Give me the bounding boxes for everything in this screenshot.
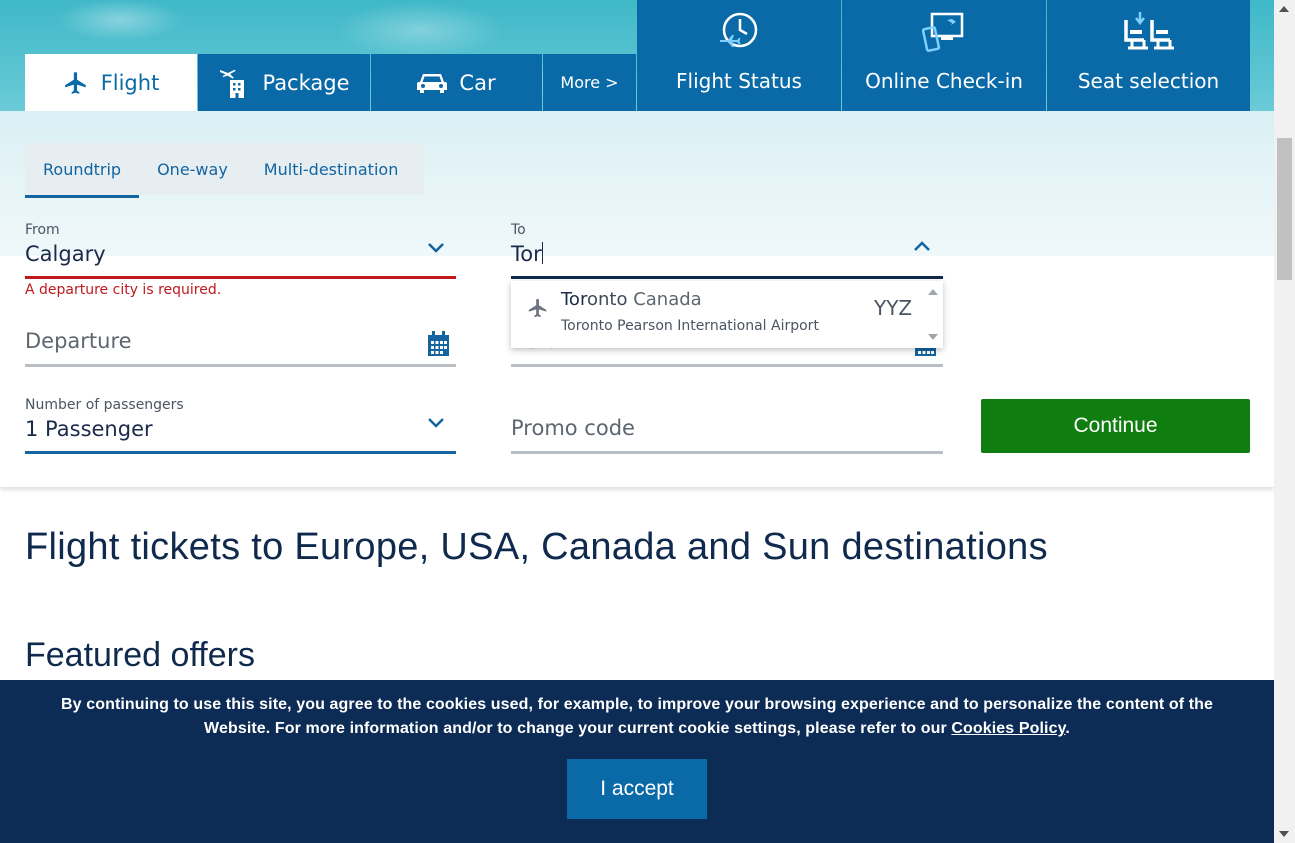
from-underline xyxy=(25,276,456,279)
cookie-text-end: . xyxy=(1065,720,1070,737)
online-checkin-link[interactable]: Online Check-in xyxy=(842,0,1046,111)
departure-underline xyxy=(25,364,456,367)
tab-more[interactable]: More > xyxy=(543,54,636,111)
promo-code-input[interactable]: Promo code xyxy=(511,416,635,440)
suggestion-item[interactable]: Toronto Canada Toronto Pearson Internati… xyxy=(511,281,922,348)
plane-hotel-icon xyxy=(218,66,250,100)
tab-flight[interactable]: Flight xyxy=(25,54,197,111)
departure-input[interactable]: Departure xyxy=(25,329,132,353)
promo-underline xyxy=(511,451,943,454)
chevron-up-icon[interactable] xyxy=(913,240,931,252)
trip-type-multi-destination[interactable]: Multi-destination xyxy=(246,143,417,195)
plane-icon xyxy=(63,70,89,96)
from-label: From xyxy=(25,222,60,238)
car-icon xyxy=(417,71,448,95)
flight-status-label: Flight Status xyxy=(676,69,802,93)
passengers-underline xyxy=(25,451,456,454)
from-error-message: A departure city is required. xyxy=(25,282,222,298)
text-cursor xyxy=(541,242,543,264)
scroll-up-arrow-icon[interactable] xyxy=(928,289,938,295)
trip-type-one-way[interactable]: One-way xyxy=(139,143,246,195)
online-checkin-label: Online Check-in xyxy=(865,69,1023,93)
calendar-icon[interactable] xyxy=(427,331,450,357)
cookies-policy-link[interactable]: Cookies Policy xyxy=(951,720,1065,737)
chevron-down-icon[interactable] xyxy=(427,242,445,254)
featured-offers-heading: Featured offers xyxy=(25,636,255,674)
to-label: To xyxy=(511,222,526,238)
tab-flight-label: Flight xyxy=(100,70,160,95)
trip-type-selector: Roundtrip One-way Multi-destination xyxy=(25,143,424,198)
boarding-pass-icon xyxy=(922,10,966,52)
scroll-down-arrow-icon[interactable] xyxy=(1279,831,1289,837)
clock-plane-icon xyxy=(718,10,760,52)
cookie-message: By continuing to use this site, you agre… xyxy=(40,693,1234,741)
suggestion-city-rest: onto xyxy=(586,289,628,310)
flight-status-link[interactable]: Flight Status xyxy=(637,0,841,111)
suggestion-city-match: Tor xyxy=(561,289,587,310)
seats-icon xyxy=(1120,10,1178,52)
suggestion-country: Canada xyxy=(633,289,702,310)
accept-cookies-button[interactable]: I accept xyxy=(567,759,707,819)
suggestion-city: Toronto Canada xyxy=(561,289,702,310)
page-title: Flight tickets to Europe, USA, Canada an… xyxy=(25,526,1048,568)
tab-car-label: Car xyxy=(459,70,496,95)
seat-selection-link[interactable]: Seat selection xyxy=(1047,0,1250,111)
scrollbar-thumb[interactable] xyxy=(1277,138,1292,280)
passengers-select[interactable]: 1 Passenger xyxy=(25,417,153,441)
tab-package[interactable]: Package xyxy=(198,54,370,111)
passengers-label: Number of passengers xyxy=(25,397,184,413)
suggestion-airport: Toronto Pearson International Airport xyxy=(561,318,819,334)
suggestions-scrollbar[interactable] xyxy=(922,281,943,348)
page-scrollbar[interactable] xyxy=(1274,0,1295,843)
plane-icon xyxy=(528,298,547,318)
seat-selection-label: Seat selection xyxy=(1077,69,1220,93)
tab-car[interactable]: Car xyxy=(371,54,542,111)
scroll-down-arrow-icon[interactable] xyxy=(928,334,938,340)
tab-more-label: More > xyxy=(560,73,619,92)
destination-suggestions: Toronto Canada Toronto Pearson Internati… xyxy=(511,281,943,348)
cookie-banner: By continuing to use this site, you agre… xyxy=(0,680,1274,843)
return-underline xyxy=(511,364,943,367)
scroll-up-arrow-icon[interactable] xyxy=(1279,6,1289,12)
trip-type-roundtrip[interactable]: Roundtrip xyxy=(25,143,140,198)
from-input[interactable]: Calgary xyxy=(25,242,106,266)
continue-button[interactable]: Continue xyxy=(981,399,1250,453)
chevron-down-icon[interactable] xyxy=(427,417,445,429)
to-input[interactable]: Tor xyxy=(511,242,543,266)
tab-package-label: Package xyxy=(262,70,350,95)
suggestion-airport-code: YYZ xyxy=(874,296,913,320)
to-underline xyxy=(511,276,943,279)
